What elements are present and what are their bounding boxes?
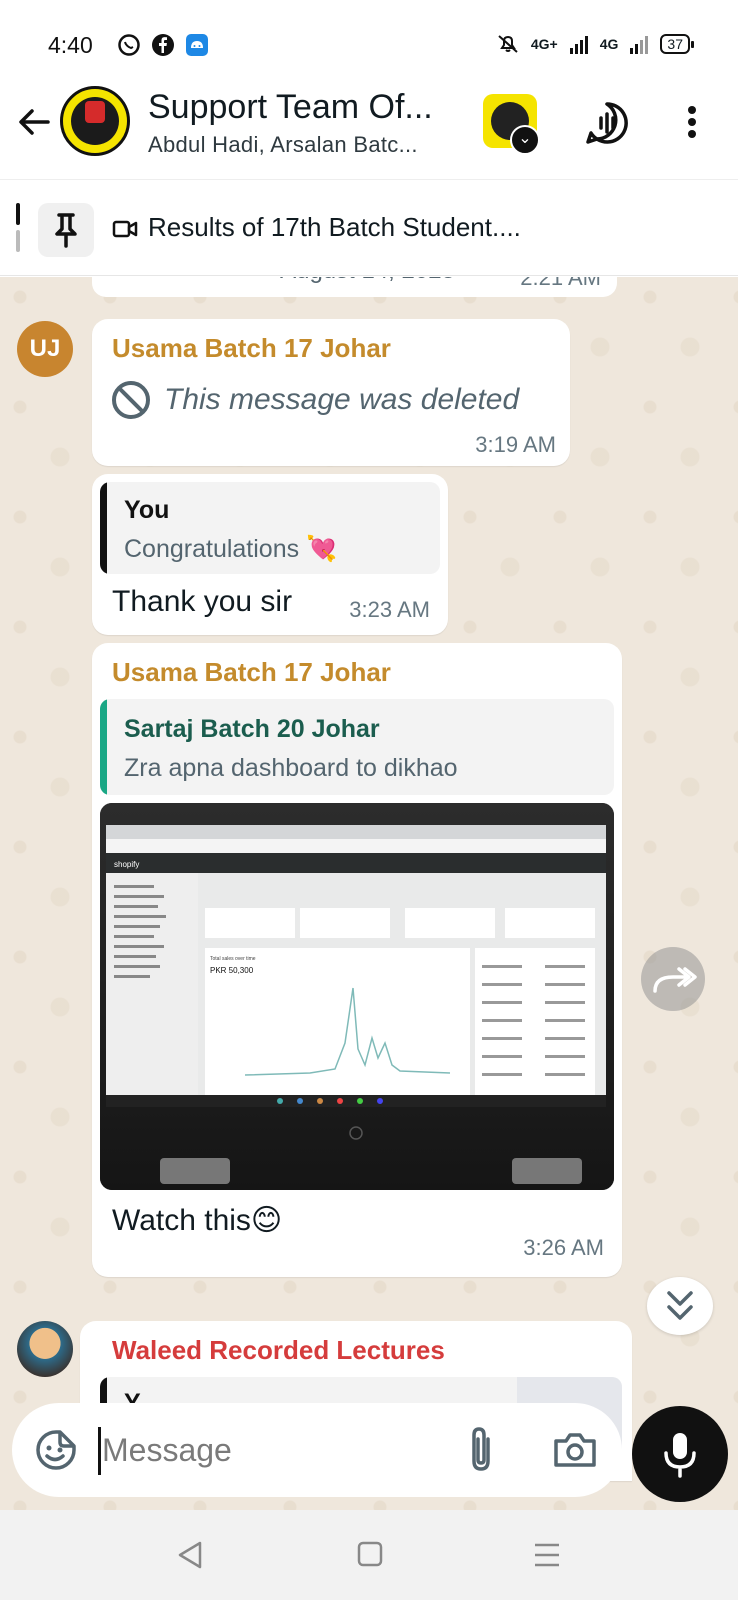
more-options-icon[interactable] xyxy=(676,102,708,142)
quoted-message[interactable]: You Congratulations 💘 xyxy=(100,482,440,574)
photo-stat-value: PKR 50,300 xyxy=(210,966,254,975)
message-time: 3:19 AM xyxy=(475,432,556,457)
signal-strength-2-icon xyxy=(630,34,649,54)
status-time: 4:40 xyxy=(48,32,93,58)
laptop-screen-photo: shopify Total sales over time PKR 50,300 xyxy=(100,803,614,1190)
whatsapp-icon xyxy=(118,34,140,56)
message-text: Thank you sir xyxy=(112,585,293,618)
bell-off-icon xyxy=(498,35,518,53)
sender-name[interactable]: Waleed Recorded Lectures xyxy=(112,1335,445,1366)
message-time: 3:23 AM xyxy=(349,597,430,622)
date-chip: August 14, 2023 xyxy=(255,277,480,295)
sender-name[interactable]: Usama Batch 17 Johar xyxy=(112,657,391,688)
sticker-emoji-icon[interactable] xyxy=(34,1428,78,1472)
chat-messages-area[interactable]: 2:21 AM August 14, 2023 UJ Usama Batch 1… xyxy=(0,277,738,1510)
blocked-icon xyxy=(112,381,150,419)
group-avatar[interactable] xyxy=(60,86,130,156)
message-time: 3:26 AM xyxy=(523,1235,604,1260)
message-text: Watch this😊 xyxy=(112,1204,283,1237)
message-time: 2:21 AM xyxy=(520,277,601,290)
group-participants[interactable]: Abdul Hadi, Arsalan Batc... xyxy=(148,132,418,158)
sender-avatar[interactable]: UJ xyxy=(17,321,73,377)
system-navigation-bar xyxy=(0,1510,738,1600)
network-type-1: 4G+ xyxy=(530,36,558,52)
paperclip-icon[interactable] xyxy=(464,1425,498,1475)
notification-icons xyxy=(117,33,209,57)
pinned-message-bar[interactable]: Results of 17th Batch Student.... xyxy=(0,181,738,276)
quoted-sender: You xyxy=(124,496,170,524)
message-input[interactable] xyxy=(102,1425,442,1475)
back-arrow-icon[interactable] xyxy=(14,102,54,142)
facebook-icon xyxy=(152,34,174,56)
messages-app-icon xyxy=(186,34,208,56)
sender-name[interactable]: Usama Batch 17 Johar xyxy=(112,333,391,364)
chat-header: Support Team Of... Abdul Hadi, Arsalan B… xyxy=(0,80,738,180)
photo-brand-text: shopify xyxy=(114,860,139,869)
voice-message-button[interactable] xyxy=(632,1406,728,1502)
deleted-message: This message was deleted xyxy=(110,379,519,421)
microphone-icon xyxy=(664,1433,696,1478)
forward-icon xyxy=(653,967,697,993)
quoted-text: Zra apna dashboard to dikhao xyxy=(124,754,458,782)
forward-button[interactable] xyxy=(641,947,705,1011)
message-bubble[interactable]: Usama Batch 17 Johar This message was de… xyxy=(92,319,570,466)
double-chevron-down-icon xyxy=(667,1291,693,1320)
nav-home-icon[interactable] xyxy=(356,1540,384,1568)
nav-recents-icon[interactable] xyxy=(532,1540,562,1570)
network-type-2: 4G xyxy=(599,36,619,52)
sender-avatar[interactable] xyxy=(17,1321,73,1377)
nav-back-icon[interactable] xyxy=(176,1540,206,1570)
system-status-icons: 4G+ 4G 37 xyxy=(497,33,694,55)
camera-icon[interactable] xyxy=(552,1429,598,1471)
pinned-message-text: Results of 17th Batch Student.... xyxy=(148,212,521,242)
message-bubble[interactable]: Usama Batch 17 Johar Sartaj Batch 20 Joh… xyxy=(92,643,622,1277)
video-icon xyxy=(112,220,138,238)
quoted-message[interactable]: Sartaj Batch 20 Johar Zra apna dashboard… xyxy=(100,699,614,795)
message-composer xyxy=(12,1403,622,1497)
battery-indicator: 37 xyxy=(660,34,694,54)
status-bar: 4:40 4G+ 4G 37 xyxy=(0,0,738,80)
voice-chat-icon[interactable] xyxy=(584,100,630,146)
pin-icon[interactable] xyxy=(38,203,94,257)
quoted-text: Congratulations 💘 xyxy=(124,535,338,563)
deleted-message-text: This message was deleted xyxy=(164,383,520,416)
scroll-to-bottom-button[interactable] xyxy=(647,1277,713,1335)
chevron-down-icon[interactable]: ⌄ xyxy=(510,125,540,155)
message-bubble[interactable]: You Congratulations 💘 Thank you sir 3:23… xyxy=(92,474,448,635)
pinned-count-indicator xyxy=(16,203,20,253)
quoted-sender: Sartaj Batch 20 Johar xyxy=(124,715,380,743)
image-attachment[interactable]: shopify Total sales over time PKR 50,300 xyxy=(100,803,614,1190)
photo-stat-label: Total sales over time xyxy=(210,956,256,962)
signal-strength-1-icon xyxy=(569,34,588,54)
group-title[interactable]: Support Team Of... xyxy=(148,88,433,127)
text-cursor xyxy=(98,1427,101,1475)
